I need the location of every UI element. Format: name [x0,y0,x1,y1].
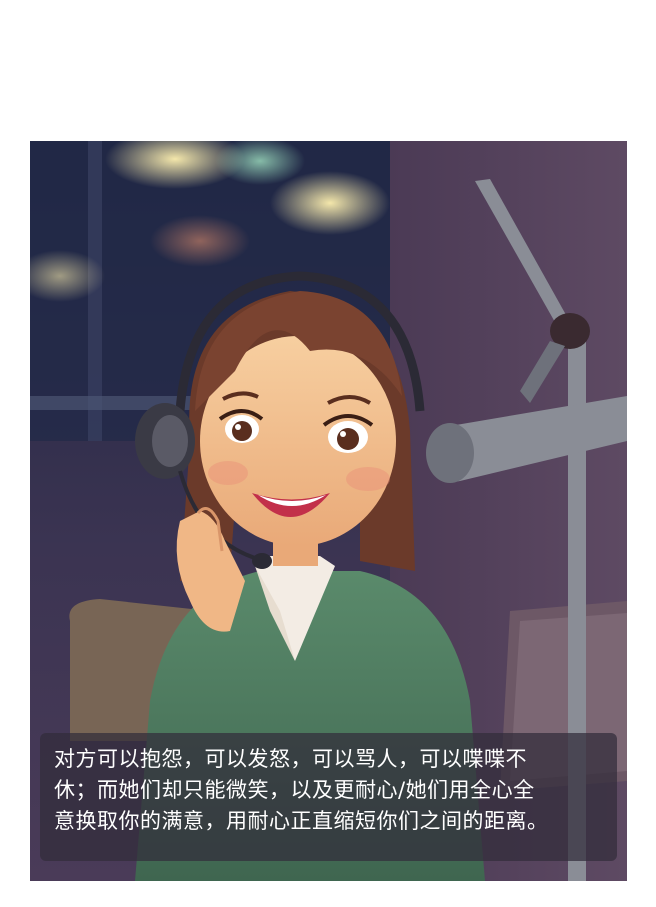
caption-line: 对方可以抱怨，可以发怒，可以骂人，可以喋喋不 [54,747,527,771]
bokeh-light [270,171,390,235]
caption: 对方可以抱怨，可以发怒，可以骂人，可以喋喋不 休；而她们却只能微笑，以及更耐心/… [54,744,614,837]
illustration-panel: 对方可以抱怨，可以发怒，可以骂人，可以喋喋不 休；而她们却只能微笑，以及更耐心/… [30,141,627,881]
headset-mic [252,553,272,569]
caption-line: 意换取你的满意，用耐心正直缩短你们之间的距离。 [54,809,549,833]
bokeh-light [150,215,250,267]
caption-line: 休；而她们却只能微笑，以及更耐心/她们用全心全 [54,778,535,802]
